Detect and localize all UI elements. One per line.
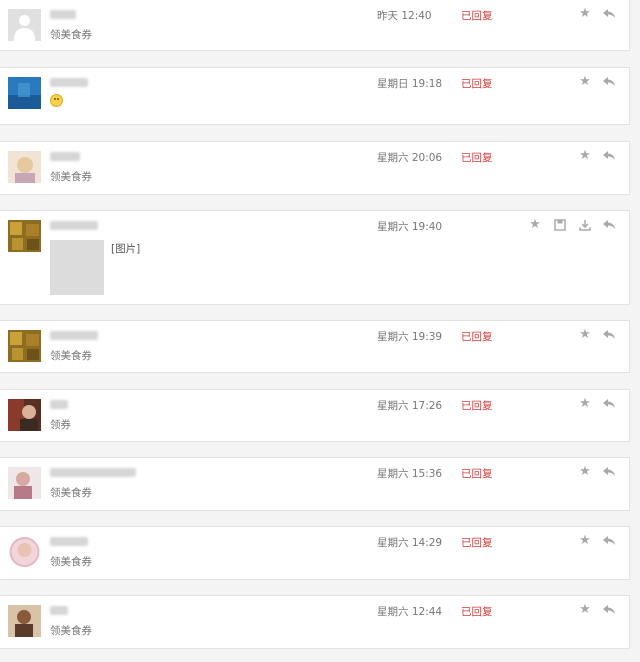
nickname: [50, 10, 76, 19]
reply-icon[interactable]: [602, 149, 616, 163]
reply-icon[interactable]: [602, 603, 616, 617]
avatar[interactable]: [8, 536, 41, 568]
nickname: [50, 152, 80, 161]
message-list: 领美食券 昨天 12:40 已回复 ★ 星期日 19:18 已回复 ★ 领美食券…: [0, 0, 640, 662]
nickname: [50, 331, 98, 340]
avatar[interactable]: [8, 220, 41, 252]
status-badge: 已回复: [461, 468, 493, 480]
reply-icon[interactable]: [602, 218, 616, 232]
message-time: 星期六 17:26: [377, 400, 443, 412]
download-icon[interactable]: [578, 218, 592, 232]
message-time: 星期六 19:40: [377, 221, 443, 233]
star-icon[interactable]: ★: [578, 397, 592, 411]
message-text: 领美食券: [50, 171, 92, 183]
star-icon[interactable]: ★: [578, 75, 592, 89]
status-badge: 已回复: [461, 400, 493, 412]
avatar[interactable]: [8, 330, 41, 362]
message-time: 星期六 20:06: [377, 152, 443, 164]
star-icon[interactable]: ★: [578, 603, 592, 617]
list-item[interactable]: 领美食券 星期六 15:36 已回复 ★: [0, 457, 630, 511]
list-item[interactable]: 领券 星期六 17:26 已回复 ★: [0, 389, 630, 442]
status-badge: 已回复: [461, 78, 493, 90]
star-icon[interactable]: ★: [578, 328, 592, 342]
star-icon[interactable]: ★: [578, 534, 592, 548]
message-text: 领美食券: [50, 29, 92, 41]
message-time: 星期六 12:44: [377, 606, 443, 618]
reply-icon[interactable]: [602, 465, 616, 479]
smile-emoji-icon: [50, 94, 63, 107]
message-time: 星期日 19:18: [377, 78, 443, 90]
reply-icon[interactable]: [602, 75, 616, 89]
list-item[interactable]: 领美食券 昨天 12:40 已回复 ★: [0, 0, 630, 51]
nickname: [50, 606, 68, 615]
nickname: [50, 221, 98, 230]
message-text: 领美食券: [50, 487, 92, 499]
message-text: 领美食券: [50, 556, 92, 568]
nickname: [50, 537, 88, 546]
message-text: 领美食券: [50, 350, 92, 362]
message-time: 星期六 15:36: [377, 468, 443, 480]
message-text: 领美食券: [50, 625, 92, 637]
message-text: [图片]: [111, 243, 141, 255]
list-item[interactable]: 领美食券 星期六 12:44 已回复 ★: [0, 595, 630, 649]
avatar[interactable]: [8, 399, 41, 431]
star-icon[interactable]: ★: [528, 218, 542, 232]
list-item[interactable]: 领美食券 星期六 20:06 已回复 ★: [0, 141, 630, 195]
reply-icon[interactable]: [602, 7, 616, 21]
avatar[interactable]: [8, 151, 41, 183]
nickname: [50, 78, 88, 87]
status-badge: 已回复: [461, 537, 493, 549]
list-item[interactable]: 领美食券 星期六 14:29 已回复 ★: [0, 526, 630, 580]
reply-icon[interactable]: [602, 328, 616, 342]
list-item[interactable]: [图片] 星期六 19:40 ★: [0, 210, 630, 305]
message-time: 星期六 19:39: [377, 331, 443, 343]
star-icon[interactable]: ★: [578, 149, 592, 163]
star-icon[interactable]: ★: [578, 7, 592, 21]
star-icon[interactable]: ★: [578, 465, 592, 479]
image-thumbnail[interactable]: [50, 240, 104, 295]
message-text: 领券: [50, 419, 71, 431]
reply-icon[interactable]: [602, 397, 616, 411]
list-item[interactable]: 星期日 19:18 已回复 ★: [0, 67, 630, 125]
reply-icon[interactable]: [602, 534, 616, 548]
nickname: [50, 400, 68, 409]
avatar[interactable]: [8, 467, 41, 499]
message-time: 昨天 12:40: [377, 10, 432, 22]
status-badge: 已回复: [461, 606, 493, 618]
message-time: 星期六 14:29: [377, 537, 443, 549]
save-icon[interactable]: [553, 218, 567, 232]
status-badge: 已回复: [461, 10, 493, 22]
status-badge: 已回复: [461, 152, 493, 164]
nickname: [50, 468, 136, 477]
list-item[interactable]: 领美食券 星期六 19:39 已回复 ★: [0, 320, 630, 373]
avatar[interactable]: [8, 77, 41, 109]
avatar[interactable]: [8, 9, 41, 41]
status-badge: 已回复: [461, 331, 493, 343]
avatar[interactable]: [8, 605, 41, 637]
